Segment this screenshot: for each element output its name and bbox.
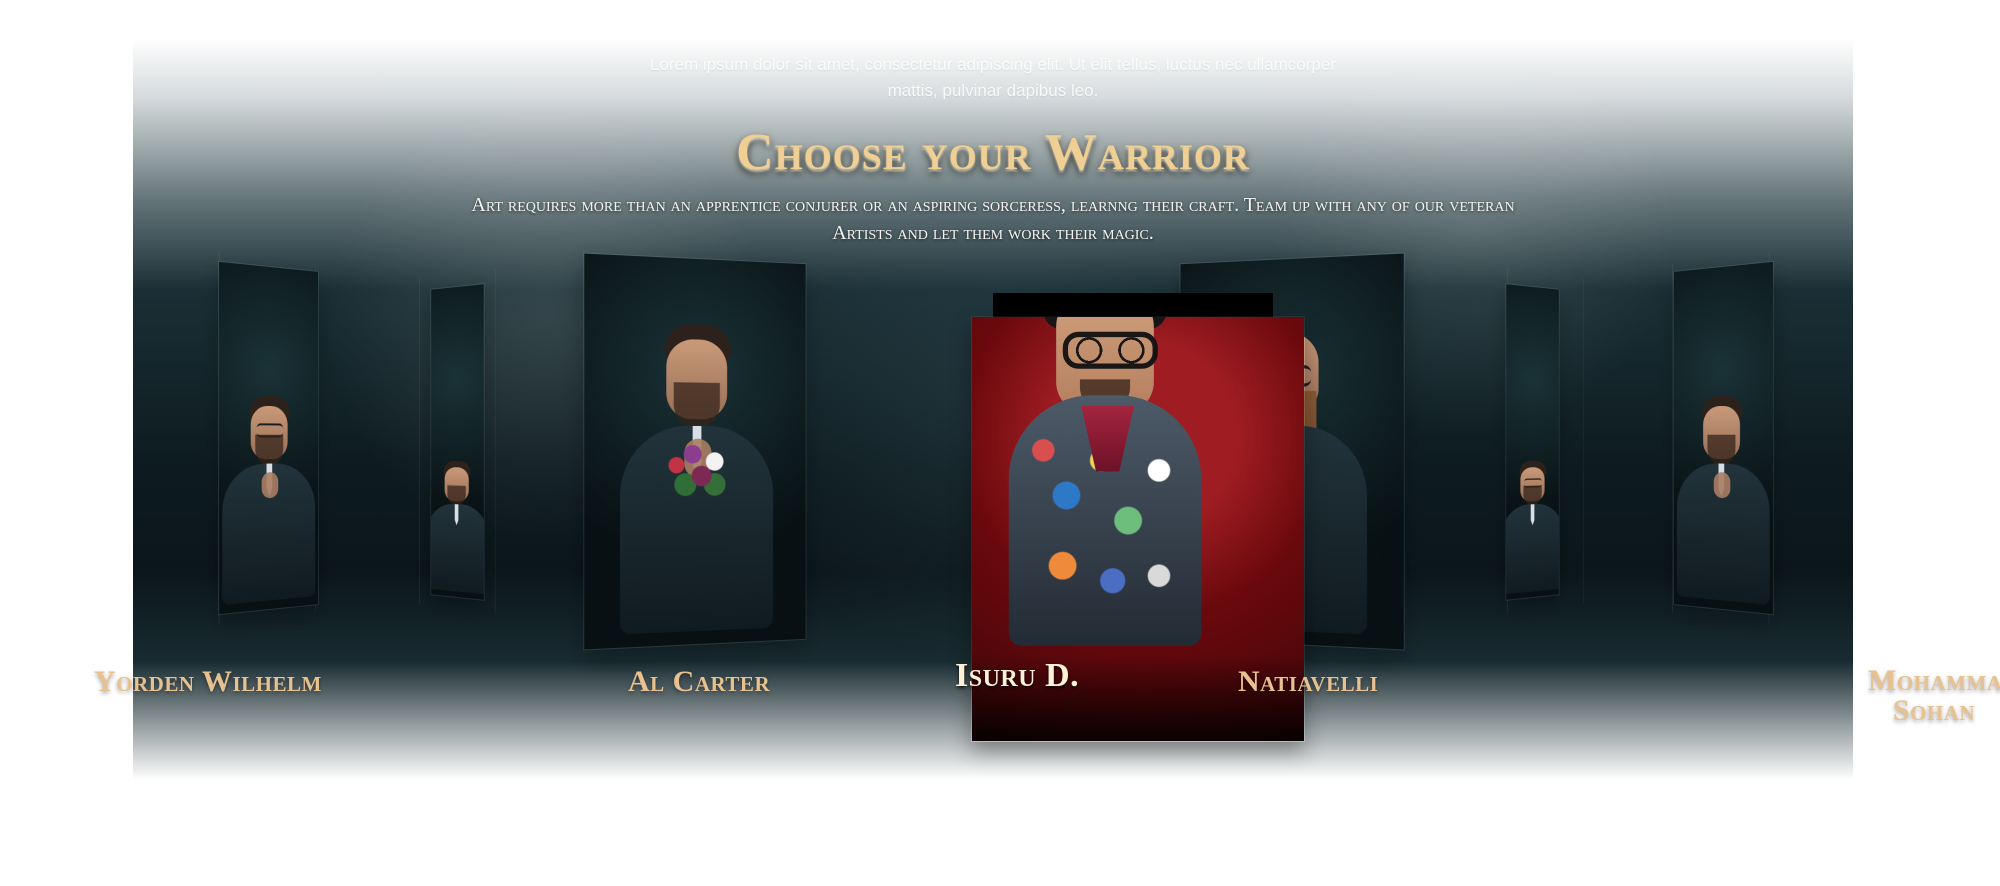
warrior-portrait-figure [219, 376, 318, 614]
warrior-name-al-carter: Al Carter [628, 665, 771, 698]
warrior-card-yorden[interactable] [218, 260, 319, 616]
portrait-man-dark-suit-icon [1673, 261, 1773, 615]
warrior-card-al-carter[interactable] [583, 252, 807, 651]
warrior-portrait-figure [431, 450, 484, 600]
warrior-selector-page: Lorem ipsum dolor sit amet, consectetur … [0, 0, 2000, 886]
warrior-name-mohamma-sohan: Mohamma Sohan [1868, 664, 2000, 727]
warrior-card-back-left[interactable] [430, 283, 485, 601]
portrait-man-sunglasses-icon [219, 261, 319, 615]
center-card-top-bar [993, 293, 1273, 317]
portrait-man-sunglasses-icon [1506, 284, 1559, 600]
warrior-card-mohamma[interactable] [1673, 260, 1774, 616]
page-subtitle: Art requires more than an apprentice con… [471, 194, 1515, 244]
intro-text: Lorem ipsum dolor sit amet, consectetur … [650, 55, 1336, 100]
warrior-name-natiavelli: Natiavelli [1238, 665, 1379, 698]
warrior-name-yorden: Yorden Wilhelm [94, 665, 322, 698]
warrior-portrait-figure [1674, 376, 1773, 614]
warrior-card-back-right[interactable] [1505, 283, 1560, 601]
portrait-man-flowers-icon [584, 253, 806, 650]
warrior-portrait-figure [596, 295, 795, 649]
portrait-man-dark-suit-icon [431, 284, 484, 600]
warrior-name-isuru: Isuru D. [955, 657, 1080, 694]
warrior-portrait-figure [1506, 450, 1559, 600]
page-title: Choose your Warrior [736, 124, 1250, 181]
